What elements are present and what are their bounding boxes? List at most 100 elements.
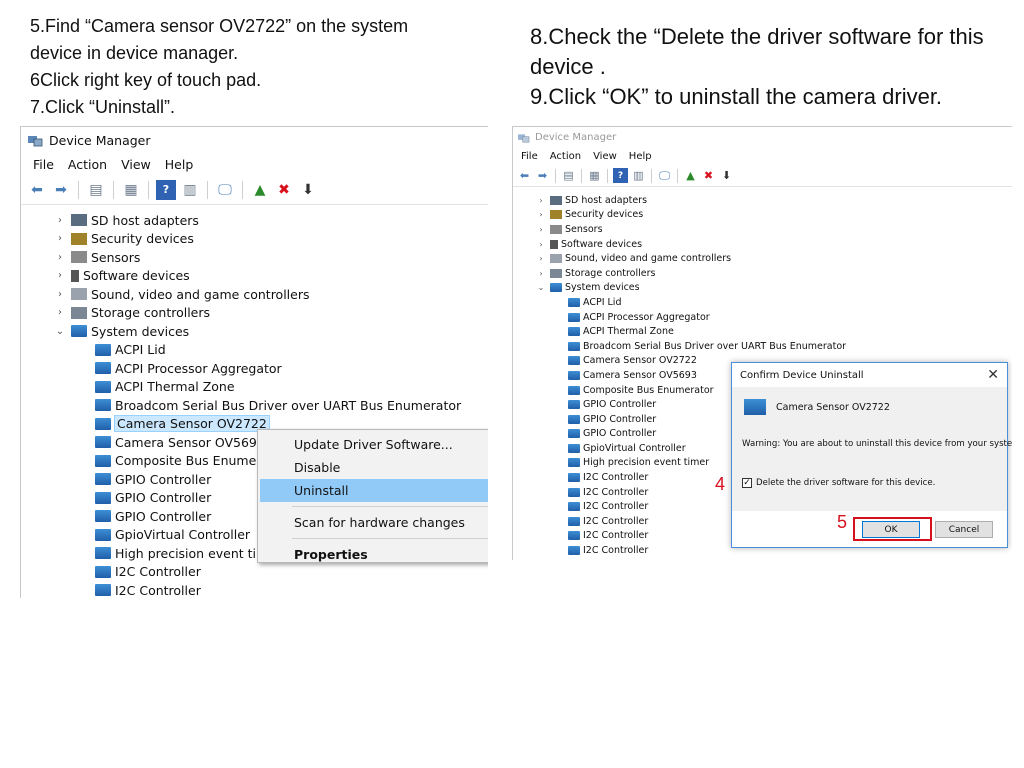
tree-device[interactable]: ACPI Thermal Zone [513, 324, 1012, 339]
chevron-down-icon[interactable]: ⌄ [53, 326, 67, 337]
tree-category[interactable]: › Software devices [21, 267, 488, 286]
driver-properties-icon[interactable]: ▥ [631, 168, 646, 183]
show-hide-tree-icon[interactable]: ▦ [587, 168, 602, 183]
menu-help[interactable]: Help [165, 157, 194, 172]
menu-view[interactable]: View [121, 157, 151, 172]
menu-action[interactable]: Action [550, 151, 581, 162]
delete-driver-checkbox[interactable]: ✓ [742, 478, 752, 488]
toolbar-separator [651, 168, 652, 183]
tree-category[interactable]: › Sound, video and game controllers [513, 251, 1012, 266]
category-label: Sound, video and game controllers [91, 286, 310, 302]
tree-device[interactable]: ACPI Lid [21, 341, 488, 360]
tree-category[interactable]: › SD host adapters [21, 211, 488, 230]
software-device-icon [550, 239, 558, 249]
device-icon [568, 400, 580, 410]
device-manager-window-right: Device Manager File Action View Help ⬅ ➡… [512, 126, 1012, 560]
chevron-right-icon[interactable]: › [535, 225, 547, 234]
step-marker-5: 5 [837, 512, 848, 532]
tree-device[interactable]: ACPI Thermal Zone [21, 378, 488, 397]
caption-line: 5.Find “Camera sensor OV2722” on the sys… [30, 16, 409, 36]
driver-properties-icon[interactable]: ▥ [180, 180, 200, 200]
chevron-right-icon[interactable]: › [53, 307, 67, 318]
category-label: Software devices [83, 268, 190, 284]
toolbar-separator [207, 180, 208, 199]
tree-category[interactable]: › Security devices [513, 208, 1012, 223]
tree-device[interactable]: I2C Controller [21, 581, 488, 598]
back-arrow-icon[interactable]: ⬅ [517, 168, 532, 183]
update-driver-icon[interactable]: ▲ [250, 180, 270, 200]
close-icon[interactable]: ✕ [987, 367, 999, 383]
properties-pane-icon[interactable]: ▤ [561, 168, 576, 183]
delete-driver-checkbox-row[interactable]: ✓ Delete the driver software for this de… [742, 478, 935, 488]
toolbar-separator [113, 180, 114, 199]
back-arrow-icon[interactable]: ⬅ [27, 180, 47, 200]
tree-category[interactable]: › Storage controllers [21, 304, 488, 323]
menu-file[interactable]: File [521, 151, 538, 162]
menu-item-properties[interactable]: Properties [260, 543, 488, 566]
device-label: Camera Sensor OV2722 [114, 415, 270, 433]
tree-category[interactable]: › Sensors [21, 248, 488, 267]
menu-action[interactable]: Action [68, 157, 107, 172]
uninstall-x-icon[interactable]: ✖ [274, 180, 294, 200]
category-label: Software devices [561, 238, 643, 250]
storage-icon [550, 268, 562, 278]
tree-category-expanded[interactable]: ⌄ System devices [21, 322, 488, 341]
tree-category[interactable]: › Software devices [513, 237, 1012, 252]
tree-category[interactable]: › Storage controllers [513, 266, 1012, 281]
menu-item-disable[interactable]: Disable [260, 456, 488, 479]
device-icon [95, 399, 111, 412]
dialog-body: Camera Sensor OV2722 Warning: You are ab… [732, 387, 1012, 511]
download-icon[interactable]: ⬇ [719, 168, 734, 183]
device-label: I2C Controller [583, 501, 649, 513]
chevron-right-icon[interactable]: › [53, 233, 67, 244]
chevron-right-icon[interactable]: › [535, 269, 547, 278]
help-icon[interactable]: ? [156, 179, 176, 200]
caption-line: device . [530, 54, 606, 79]
help-icon[interactable]: ? [613, 168, 628, 183]
chevron-right-icon[interactable]: › [53, 270, 67, 281]
tree-device[interactable]: Broadcom Serial Bus Driver over UART Bus… [21, 396, 488, 415]
menu-help[interactable]: Help [629, 151, 652, 162]
device-label: ACPI Processor Aggregator [115, 360, 282, 376]
tree-category-expanded[interactable]: ⌄ System devices [513, 281, 1012, 296]
toolbar-separator [148, 180, 149, 199]
menu-item-uninstall[interactable]: Uninstall [260, 479, 488, 502]
tree-category[interactable]: › Security devices [21, 230, 488, 249]
system-devices-icon [550, 283, 562, 293]
menu-item-update-driver[interactable]: Update Driver Software... [260, 433, 488, 456]
forward-arrow-icon[interactable]: ➡ [535, 168, 550, 183]
tree-category[interactable]: › Sound, video and game controllers [21, 285, 488, 304]
menu-file[interactable]: File [33, 157, 54, 172]
device-icon [568, 327, 580, 337]
update-driver-icon[interactable]: ▲ [683, 168, 698, 183]
tree-device[interactable]: ACPI Processor Aggregator [513, 310, 1012, 325]
chevron-down-icon[interactable]: ⌄ [535, 283, 547, 292]
monitor-icon[interactable]: 🖵 [215, 180, 235, 200]
tree-category[interactable]: › Sensors [513, 222, 1012, 237]
chevron-right-icon[interactable]: › [53, 289, 67, 300]
tree-device[interactable]: Broadcom Serial Bus Driver over UART Bus… [513, 339, 1012, 354]
chevron-right-icon[interactable]: › [535, 254, 547, 263]
device-icon [568, 546, 580, 556]
category-label: System devices [91, 323, 190, 339]
chevron-right-icon[interactable]: › [535, 240, 547, 249]
chevron-right-icon[interactable]: › [535, 210, 547, 219]
menu-view[interactable]: View [593, 151, 617, 162]
forward-arrow-icon[interactable]: ➡ [51, 180, 71, 200]
menu-item-scan-hardware[interactable]: Scan for hardware changes [260, 511, 488, 534]
show-hide-tree-icon[interactable]: ▦ [121, 180, 141, 200]
cancel-button[interactable]: Cancel [935, 521, 993, 538]
properties-pane-icon[interactable]: ▤ [86, 180, 106, 200]
tree-category[interactable]: › SD host adapters [513, 193, 1012, 208]
tree-device[interactable]: ACPI Processor Aggregator [21, 359, 488, 378]
monitor-icon[interactable]: 🖵 [657, 168, 672, 183]
chevron-right-icon[interactable]: › [535, 196, 547, 205]
chevron-right-icon[interactable]: › [53, 215, 67, 226]
download-icon[interactable]: ⬇ [298, 180, 318, 200]
uninstall-x-icon[interactable]: ✖ [701, 168, 716, 183]
chevron-right-icon[interactable]: › [53, 252, 67, 263]
tree-device[interactable]: ACPI Lid [513, 295, 1012, 310]
device-icon [568, 502, 580, 512]
device-icon [568, 297, 580, 307]
device-icon [568, 312, 580, 322]
